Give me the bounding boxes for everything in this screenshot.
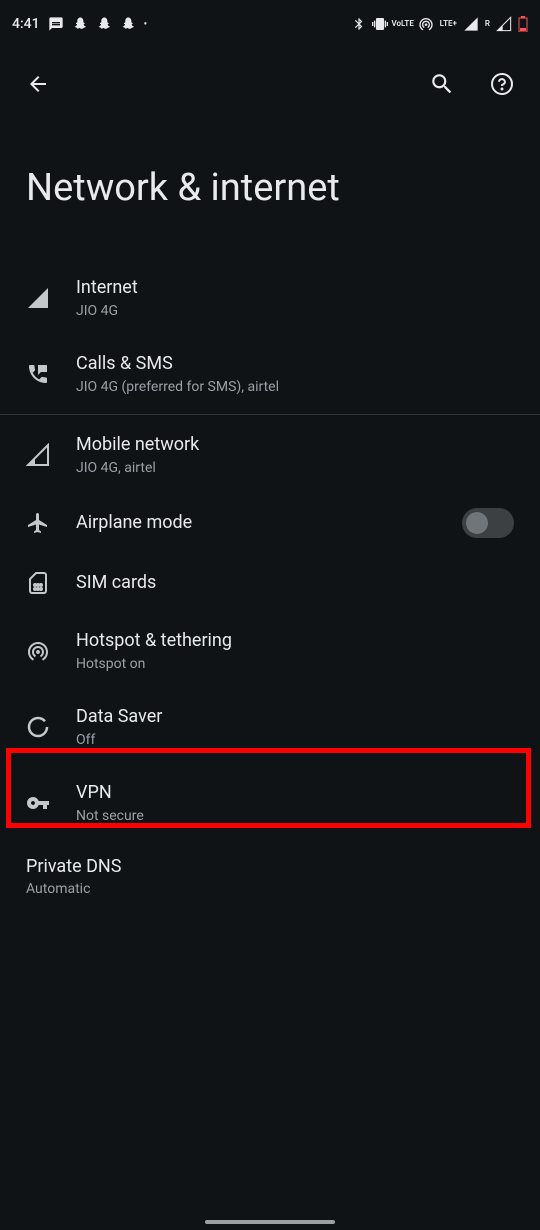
item-subtitle: JIO 4G (preferred for SMS), airtel xyxy=(76,378,514,396)
battery-icon xyxy=(518,16,528,32)
item-subtitle: Hotspot on xyxy=(76,655,514,673)
lte-icon: LTE+ xyxy=(440,20,457,28)
app-bar xyxy=(0,48,540,120)
hotspot-icon xyxy=(26,639,76,663)
search-button[interactable] xyxy=(422,64,462,104)
item-title: Internet xyxy=(76,276,514,299)
divider xyxy=(0,414,540,415)
item-sim-cards[interactable]: SIM cards xyxy=(0,553,540,613)
data-saver-icon xyxy=(26,715,76,739)
signal-icon-1 xyxy=(463,16,479,32)
snapchat-icon-2 xyxy=(96,16,112,32)
status-time: 4:41 xyxy=(12,16,40,32)
status-bar: 4:41 • VoLTE LTE+ R xyxy=(0,0,540,48)
signal-outline-icon xyxy=(26,443,76,467)
item-calls-sms[interactable]: Calls & SMS JIO 4G (preferred for SMS), … xyxy=(0,336,540,412)
item-vpn[interactable]: VPN Not secure xyxy=(0,765,540,841)
item-data-saver[interactable]: Data Saver Off xyxy=(0,689,540,765)
item-private-dns[interactable]: Private DNS Automatic xyxy=(0,841,540,913)
volte-icon: VoLTE xyxy=(394,20,412,28)
vibrate-icon xyxy=(372,16,388,32)
item-subtitle: Automatic xyxy=(26,880,514,898)
signal-icon-2 xyxy=(496,16,512,32)
status-left: 4:41 • xyxy=(12,16,147,32)
dot-icon: • xyxy=(144,19,148,30)
item-subtitle: JIO 4G xyxy=(76,302,514,320)
message-icon xyxy=(48,16,64,32)
item-hotspot[interactable]: Hotspot & tethering Hotspot on xyxy=(0,613,540,689)
wifi-signal-icon xyxy=(26,286,76,310)
item-subtitle: JIO 4G, airtel xyxy=(76,459,514,477)
help-button[interactable] xyxy=(482,64,522,104)
settings-list: Internet JIO 4G Calls & SMS JIO 4G (pref… xyxy=(0,260,540,913)
item-internet[interactable]: Internet JIO 4G xyxy=(0,260,540,336)
snapchat-icon-1 xyxy=(72,16,88,32)
item-airplane-mode[interactable]: Airplane mode xyxy=(0,493,540,553)
item-title: Data Saver xyxy=(76,705,514,728)
snapchat-icon-3 xyxy=(120,16,136,32)
bluetooth-icon xyxy=(352,17,366,31)
nav-handle[interactable] xyxy=(205,1220,335,1224)
toggle-knob xyxy=(466,512,488,534)
item-title: Airplane mode xyxy=(76,511,462,534)
item-title: Private DNS xyxy=(26,855,514,878)
item-title: VPN xyxy=(76,781,514,804)
hotspot-status-icon xyxy=(418,16,434,32)
item-subtitle: Not secure xyxy=(76,807,514,825)
back-button[interactable] xyxy=(18,64,58,104)
item-title: SIM cards xyxy=(76,571,514,594)
item-title: Hotspot & tethering xyxy=(76,629,514,652)
vpn-key-icon xyxy=(26,791,76,815)
status-right: VoLTE LTE+ R xyxy=(352,16,528,32)
sim-card-icon xyxy=(26,571,76,595)
item-mobile-network[interactable]: Mobile network JIO 4G, airtel xyxy=(0,417,540,493)
roaming-icon: R xyxy=(485,20,490,28)
item-title: Calls & SMS xyxy=(76,352,514,375)
page-title: Network & internet xyxy=(0,120,540,260)
airplane-icon xyxy=(26,511,76,535)
item-subtitle: Off xyxy=(76,731,514,749)
airplane-toggle[interactable] xyxy=(462,508,514,538)
phone-sms-icon xyxy=(26,362,76,386)
item-title: Mobile network xyxy=(76,433,514,456)
